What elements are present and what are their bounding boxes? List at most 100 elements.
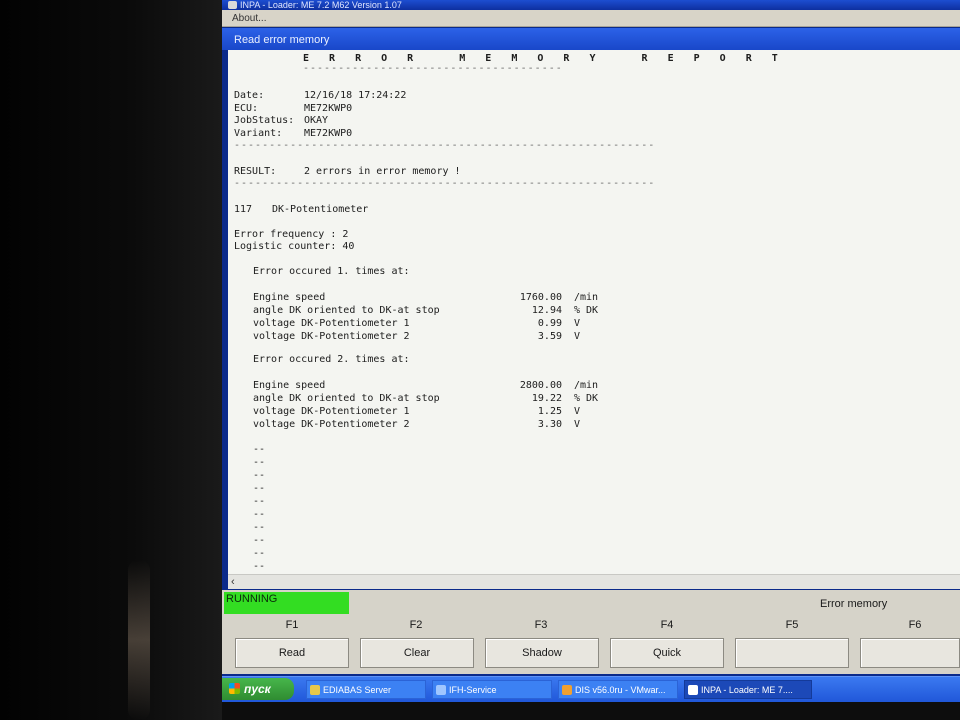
fault-name: DK-Potentiometer [272,204,369,215]
taskbar-item-vmware[interactable]: DIS v56.0ru - VMwar... [558,680,678,699]
vmware-icon [562,685,572,695]
placeholder-line: -- [253,522,266,533]
param-name: voltage DK-Potentiometer 2 [253,419,410,430]
start-button[interactable]: пуск [222,678,294,700]
param-unit: % DK [574,393,599,404]
date-value: 12/16/18 17:24:22 [304,90,407,101]
param-name: angle DK oriented to DK-at stop [253,305,440,316]
param-value: 3.59 [537,331,562,342]
param-name: angle DK oriented to DK-at stop [253,393,440,404]
param-value: 3.30 [537,419,562,430]
ifh-service-icon [436,685,446,695]
fkey-label-f2: F2 [409,619,423,631]
taskbar-item-label: EDIABAS Server [323,685,392,695]
fkey-label-f5: F5 [785,619,799,631]
param-unit: V [574,406,581,417]
placeholder-line: -- [253,535,266,546]
function-key-bar: F1 F2 F3 F4 F5 F6 Read Clear Shadow Quic… [222,616,960,674]
f5-button[interactable] [735,638,849,668]
placeholder-line: -- [253,470,266,481]
param-unit: /min [574,380,599,391]
ecu-label: ECU: [234,103,259,114]
param-name: voltage DK-Potentiometer 1 [253,318,410,329]
param-value: 1.25 [537,406,562,417]
taskbar-item-label: INPA - Loader: ME 7.... [701,685,793,695]
occurrence-heading: Error occured 1. times at: [253,266,410,277]
fkey-label-f3: F3 [534,619,548,631]
taskbar: пуск EDIABAS Server IFH-Service DIS v56.… [222,676,960,703]
app-icon [228,1,237,9]
occurrence-heading: Error occured 2. times at: [253,354,410,365]
window-title: INPA - Loader: ME 7.2 M62 Version 1.07 [240,0,402,10]
status-mode: Error memory [820,598,888,610]
horizontal-scrollbar[interactable]: ‹ [228,574,960,589]
param-value: 12.94 [531,305,562,316]
result-label: RESULT: [234,166,277,177]
placeholder-line: -- [253,548,266,559]
date-label: Date: [234,90,265,101]
fkey-label-f4: F4 [660,619,674,631]
report-area: E R R O R M E M O R Y R E P O R T ------… [228,50,960,574]
jobstatus-value: OKAY [304,115,329,126]
param-value: 0.99 [537,318,562,329]
inpa-icon [688,685,698,695]
screen: INPA - Loader: ME 7.2 M62 Version 1.07 A… [222,0,960,720]
param-value: 19.22 [531,393,562,404]
running-indicator: RUNNING [224,592,349,614]
param-name: Engine speed [253,292,326,303]
fkey-label-f1: F1 [285,619,299,631]
taskbar-item-label: DIS v56.0ru - VMwar... [575,685,666,695]
taskbar-item-label: IFH-Service [449,685,497,695]
report-title-underline: ------------------------------------- [303,63,563,74]
monitor-bezel-bottom [222,702,960,720]
clear-button[interactable]: Clear [360,638,474,668]
fault-code: 117 [234,204,253,215]
logistic-counter-label: Logistic counter: [234,241,343,252]
taskbar-item-inpa[interactable]: INPA - Loader: ME 7.... [684,680,812,699]
param-unit: V [574,331,581,342]
error-frequency-label: Error frequency : [234,229,343,240]
panel-title: Read error memory [222,28,960,50]
variant-value: ME72KWP0 [304,128,353,139]
status-bar: RUNNING Error memory [222,590,960,616]
fkey-label-f6: F6 [908,619,922,631]
logistic-counter: Logistic counter: 40 [234,241,354,253]
f6-button[interactable] [860,638,960,668]
placeholder-line: -- [253,483,266,494]
logistic-counter-value: 40 [342,241,355,252]
menubar: About... [222,10,960,27]
param-name: voltage DK-Potentiometer 1 [253,406,410,417]
read-button[interactable]: Read [235,638,349,668]
bezel-reflection [128,560,150,720]
variant-label: Variant: [234,128,283,139]
scroll-left-icon[interactable]: ‹ [231,575,235,589]
window-titlebar: INPA - Loader: ME 7.2 M62 Version 1.07 [222,0,960,10]
param-value: 1760.00 [519,292,562,303]
param-name: voltage DK-Potentiometer 2 [253,331,410,342]
error-frequency: Error frequency : 2 [234,229,348,241]
param-unit: V [574,419,581,430]
placeholder-line: -- [253,509,266,520]
ecu-value: ME72KWP0 [304,103,353,114]
placeholder-line: -- [253,444,266,455]
taskbar-item-ediabas[interactable]: EDIABAS Server [306,680,426,699]
param-name: Engine speed [253,380,326,391]
error-frequency-value: 2 [342,229,349,240]
separator: ----------------------------------------… [234,140,656,151]
separator: ----------------------------------------… [234,178,656,189]
placeholder-line: -- [253,457,266,468]
shadow-button[interactable]: Shadow [485,638,599,668]
taskbar-item-ifh-service[interactable]: IFH-Service [432,680,552,699]
monitor-bezel-left [0,0,222,720]
param-unit: /min [574,292,599,303]
menu-about[interactable]: About... [232,13,266,24]
windows-logo-icon [229,683,240,694]
param-unit: V [574,318,581,329]
placeholder-line: -- [253,561,266,572]
result-value: 2 errors in error memory ! [304,166,461,177]
param-value: 2800.00 [519,380,562,391]
quick-button[interactable]: Quick [610,638,724,668]
ediabas-icon [310,685,320,695]
param-unit: % DK [574,305,599,316]
placeholder-line: -- [253,496,266,507]
